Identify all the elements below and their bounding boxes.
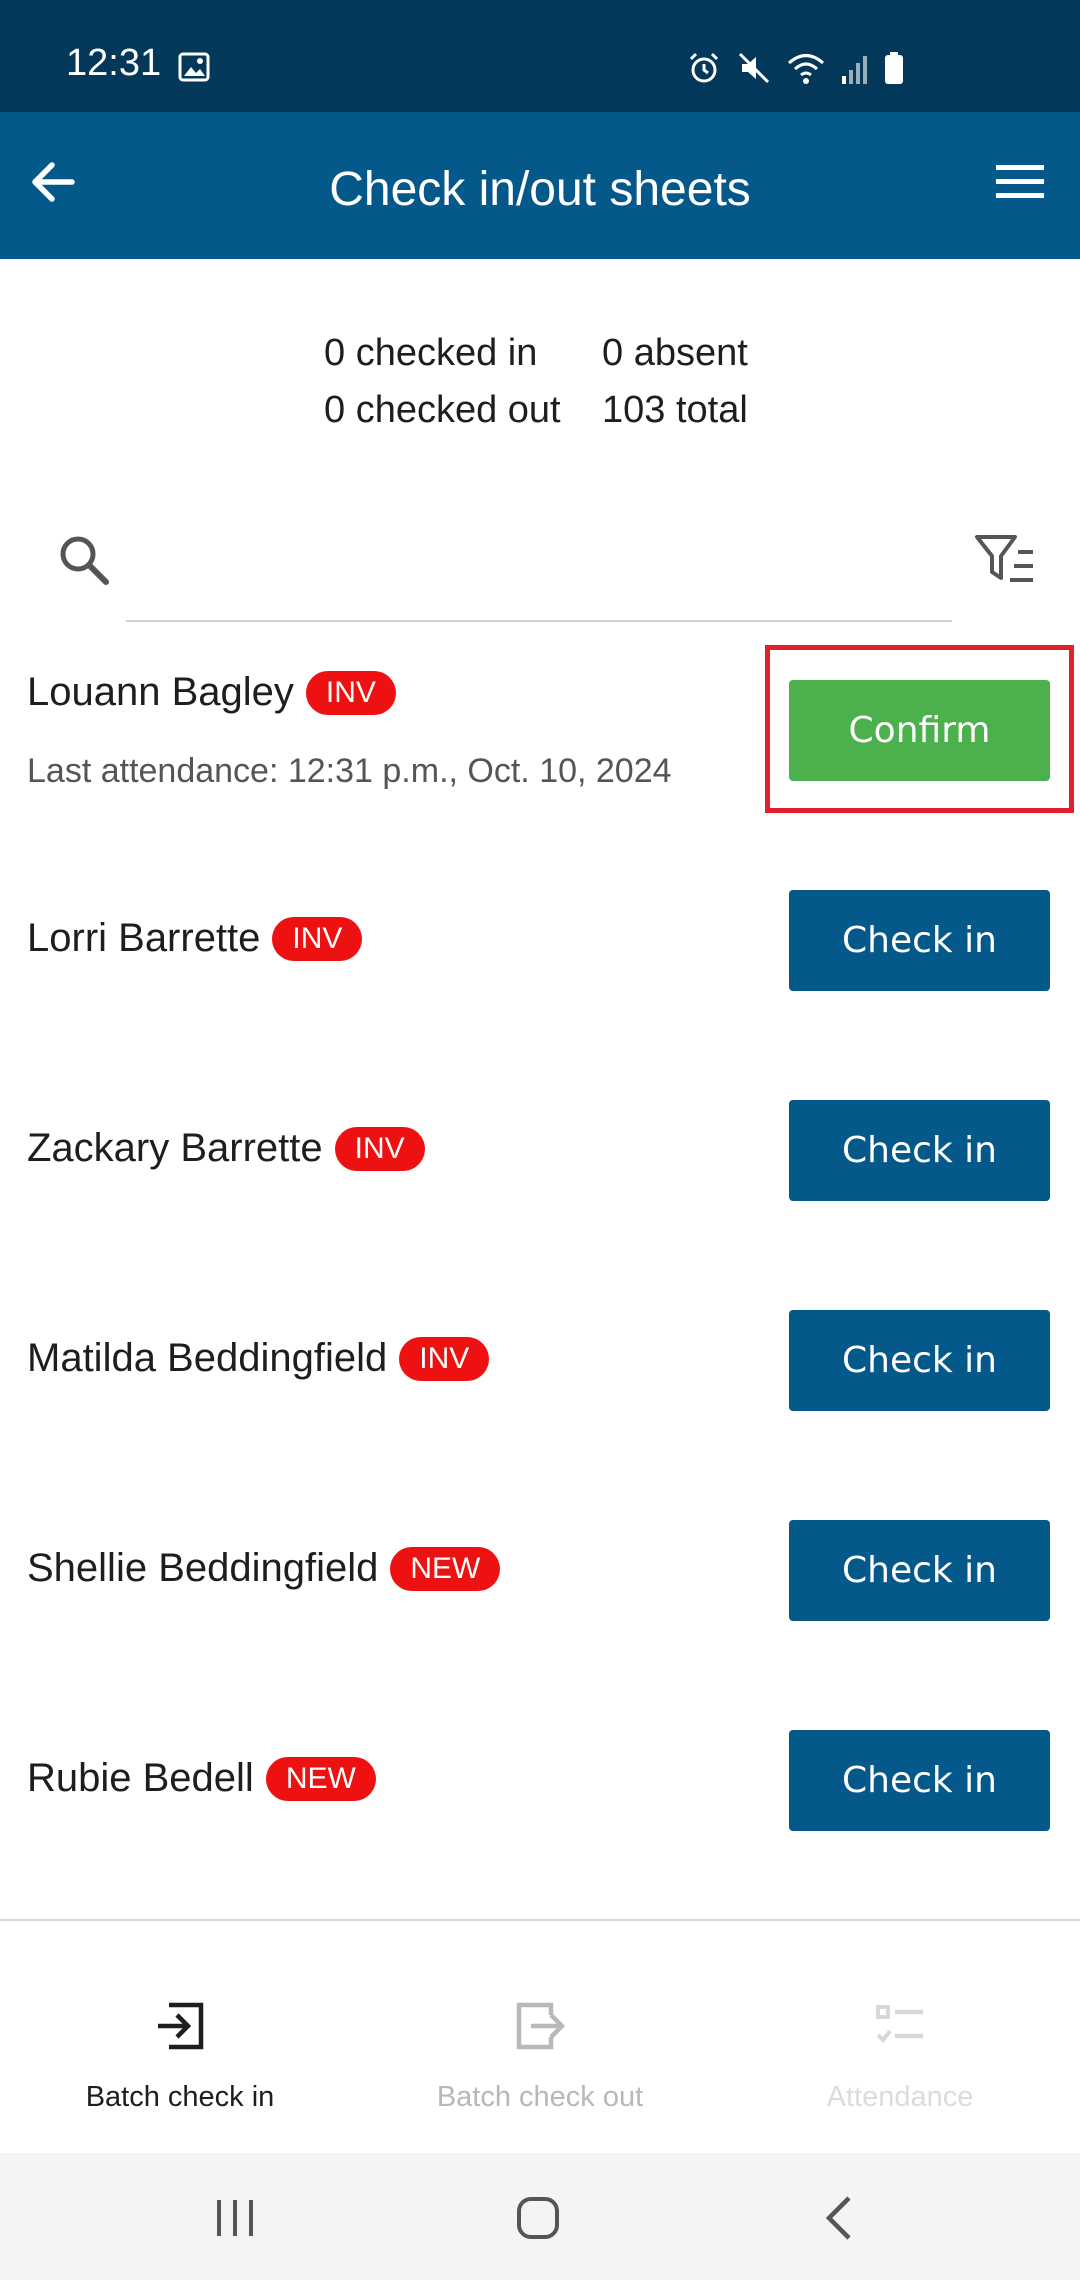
check-in-button[interactable]: Check in — [789, 1100, 1050, 1201]
check-in-button[interactable]: Check in — [789, 1310, 1050, 1411]
hamburger-menu-icon[interactable] — [994, 162, 1046, 202]
bottom-nav: Batch check in Batch check out Attendanc… — [0, 1921, 1080, 2153]
status-bar: 12:31 — [0, 0, 1080, 112]
signal-icon — [842, 56, 867, 84]
person-name-text: Lorri Barrette — [27, 916, 261, 960]
status-badge: NEW — [265, 1756, 376, 1801]
nav-label: Attendance — [826, 2081, 974, 2113]
status-badge: INV — [399, 1336, 490, 1381]
stat-checked-in: 0 checked in — [324, 332, 538, 374]
recent-apps-icon[interactable] — [210, 2193, 260, 2243]
system-nav-bar — [0, 2153, 1080, 2280]
wifi-icon — [788, 54, 824, 84]
person-name: Louann Bagley INV — [27, 670, 396, 715]
highlight-box — [765, 645, 1074, 813]
stat-absent: 0 absent — [602, 332, 748, 374]
status-time: 12:31 — [66, 42, 162, 84]
check-in-button[interactable]: Check in — [789, 890, 1050, 991]
nav-label: Batch check out — [436, 2081, 644, 2113]
gallery-icon — [178, 52, 210, 82]
home-icon[interactable] — [513, 2193, 563, 2243]
mute-icon — [738, 52, 770, 84]
stat-checked-out: 0 checked out — [324, 389, 561, 431]
app-bar: Check in/out sheets — [0, 112, 1080, 259]
status-badge: NEW — [390, 1546, 501, 1591]
batch-check-in-icon — [158, 2002, 204, 2050]
status-badge: INV — [272, 916, 363, 961]
check-in-button[interactable]: Check in — [789, 1730, 1050, 1831]
person-name-text: Louann Bagley — [27, 670, 294, 714]
filter-list-icon[interactable] — [974, 532, 1036, 588]
person-name: Shellie Beddingfield NEW — [27, 1546, 501, 1591]
person-name: Lorri Barrette INV — [27, 916, 363, 961]
nav-label: Batch check in — [85, 2081, 275, 2113]
nav-batch-check-in[interactable]: Batch check in — [0, 1921, 360, 2153]
back-nav-icon[interactable] — [815, 2193, 865, 2243]
person-name-text: Rubie Bedell — [27, 1756, 254, 1800]
batch-check-out-icon — [516, 2002, 565, 2050]
person-name-text: Zackary Barrette — [27, 1126, 323, 1170]
last-attendance: Last attendance: 12:31 p.m., Oct. 10, 20… — [27, 752, 672, 790]
person-name: Zackary Barrette INV — [27, 1126, 425, 1171]
search-icon — [60, 536, 109, 585]
alarm-icon — [689, 52, 719, 83]
person-name: Matilda Beddingfield INV — [27, 1336, 490, 1381]
nav-batch-check-out[interactable]: Batch check out — [360, 1921, 720, 2153]
nav-attendance[interactable]: Attendance — [720, 1921, 1080, 2153]
attendance-list-icon — [876, 2005, 923, 2044]
status-icons — [686, 50, 904, 86]
person-name-text: Shellie Beddingfield — [27, 1546, 379, 1590]
page-title: Check in/out sheets — [329, 163, 751, 216]
status-badge: INV — [334, 1126, 425, 1171]
person-name-text: Matilda Beddingfield — [27, 1336, 388, 1380]
stat-total: 103 total — [602, 389, 748, 431]
battery-icon — [885, 52, 903, 84]
check-in-button[interactable]: Check in — [789, 1520, 1050, 1621]
search-input[interactable] — [126, 520, 952, 622]
person-name: Rubie Bedell NEW — [27, 1756, 376, 1801]
status-badge: INV — [305, 670, 396, 715]
